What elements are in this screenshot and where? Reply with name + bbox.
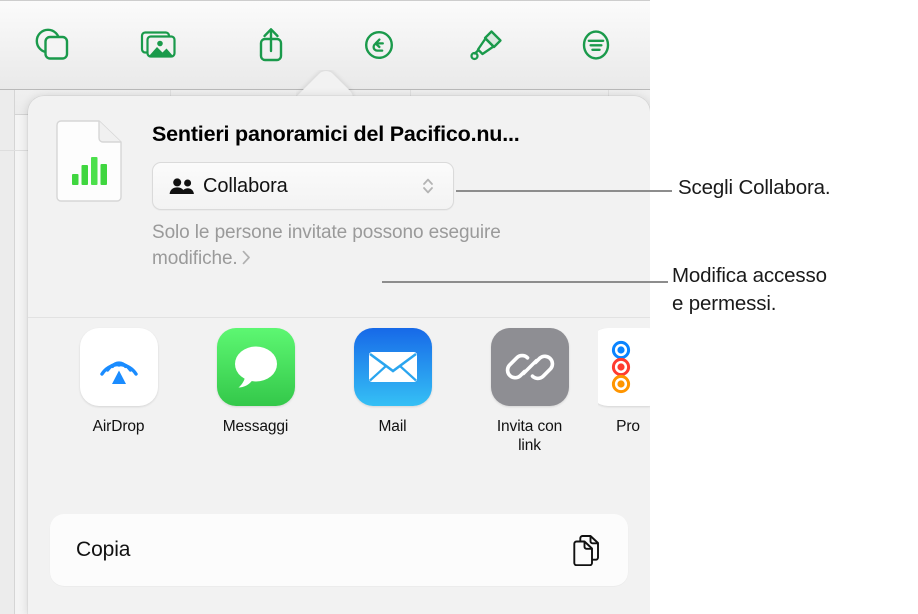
share-icon[interactable]	[217, 1, 325, 89]
format-brush-icon[interactable]	[433, 1, 541, 89]
app-window-region: Sentieri panoramici del Pacifico.nu... C…	[0, 0, 650, 614]
share-apps-row: AirDrop Messaggi Mail Invita con link Pr…	[28, 328, 650, 488]
numbers-document-icon	[56, 120, 122, 202]
collaborate-label: Collabora	[203, 174, 288, 197]
media-icon[interactable]	[108, 1, 216, 89]
document-options-icon[interactable]	[542, 1, 650, 89]
share-target-messages[interactable]: Messaggi	[187, 328, 324, 436]
callout-leader-line	[382, 281, 668, 283]
popover-header: Sentieri panoramici del Pacifico.nu... C…	[28, 96, 650, 318]
messages-label: Messaggi	[222, 418, 289, 435]
messages-icon	[216, 328, 295, 406]
copy-action-row[interactable]: Copia	[50, 514, 628, 586]
copy-documents-icon	[572, 534, 602, 567]
collaborate-popup-button[interactable]: Collabora	[152, 162, 454, 210]
reminders-icon	[598, 328, 650, 406]
popover-divider	[28, 317, 650, 318]
share-target-copy-link[interactable]: Invita con link	[461, 328, 598, 455]
shapes-icon[interactable]	[0, 1, 108, 89]
mail-icon	[353, 328, 432, 406]
screenshot-root: Sentieri panoramici del Pacifico.nu... C…	[0, 0, 918, 614]
permissions-label: Solo le persone invitate possono eseguir…	[152, 222, 501, 269]
mail-label: Mail	[378, 418, 407, 435]
share-target-mail[interactable]: Mail	[324, 328, 461, 436]
undo-icon[interactable]	[325, 1, 433, 89]
airdrop-icon	[79, 328, 158, 406]
spreadsheet-row-header	[0, 88, 15, 614]
permissions-text[interactable]: Solo le persone invitate possono eseguir…	[152, 220, 572, 273]
callout-collabora: Scegli Collabora.	[678, 176, 831, 199]
up-down-chevron-icon	[421, 174, 435, 198]
app-toolbar	[0, 0, 650, 90]
callout-permessi: Modifica accesso e permessi.	[672, 264, 827, 315]
airdrop-label: AirDrop	[92, 418, 145, 435]
chevron-right-icon[interactable]	[242, 247, 251, 273]
share-target-reminders[interactable]: Pro	[598, 328, 650, 436]
document-title: Sentieri panoramici del Pacifico.nu...	[152, 122, 520, 146]
copy-label: Copia	[76, 538, 131, 561]
share-popover: Sentieri panoramici del Pacifico.nu... C…	[28, 96, 650, 614]
reminders-label: Pro	[616, 418, 640, 435]
link-icon	[490, 328, 569, 406]
two-people-icon	[169, 176, 195, 196]
copy-link-label: Invita con link	[496, 418, 563, 454]
share-target-airdrop[interactable]: AirDrop	[50, 328, 187, 436]
callout-leader-line	[456, 190, 672, 192]
